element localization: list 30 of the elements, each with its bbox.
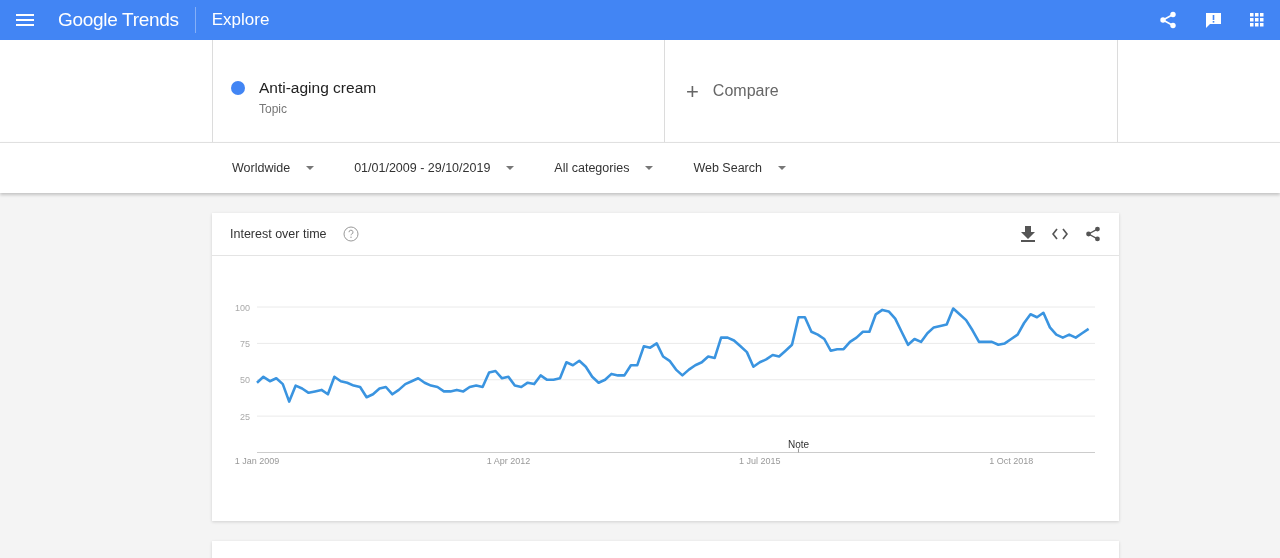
share-icon[interactable]	[1159, 11, 1177, 29]
search-term[interactable]: Anti-aging cream	[259, 76, 377, 100]
axis-label: 1 Oct 2018	[989, 455, 1034, 466]
axis-label: 75	[240, 338, 250, 349]
logo[interactable]: Google Trends	[58, 5, 179, 35]
compare-button[interactable]: + Compare	[686, 74, 779, 108]
caret-icon	[645, 166, 654, 170]
term-type: Topic	[259, 101, 288, 119]
axis-label: 50	[240, 375, 250, 386]
download-icon[interactable]	[1021, 226, 1035, 242]
card-title: Interest over time	[230, 225, 327, 243]
filter-dropdown[interactable]: 01/01/2009 - 29/10/2019	[354, 158, 515, 178]
feedback-icon[interactable]	[1205, 11, 1222, 29]
caret-icon	[777, 166, 786, 170]
caret-icon	[306, 166, 315, 170]
caret-icon	[506, 166, 515, 170]
axis-label: 100	[234, 302, 250, 313]
axis-label: 1 Jan 2009	[234, 455, 280, 466]
apps-icon[interactable]	[1250, 13, 1264, 27]
menu-icon[interactable]	[16, 13, 34, 27]
axis-label: 1 Apr 2012	[486, 455, 531, 466]
code-icon[interactable]	[1052, 228, 1068, 240]
page-title: Explore	[211, 9, 270, 32]
filter-dropdown[interactable]: All categories	[554, 158, 654, 178]
help-icon[interactable]	[342, 226, 359, 242]
filter-dropdown[interactable]: Worldwide	[232, 158, 315, 178]
filter-dropdown[interactable]: Web Search	[693, 158, 786, 178]
share-icon[interactable]	[1085, 225, 1101, 243]
axis-label: 1 Jul 2015	[739, 455, 781, 466]
axis-label: 25	[240, 411, 250, 422]
